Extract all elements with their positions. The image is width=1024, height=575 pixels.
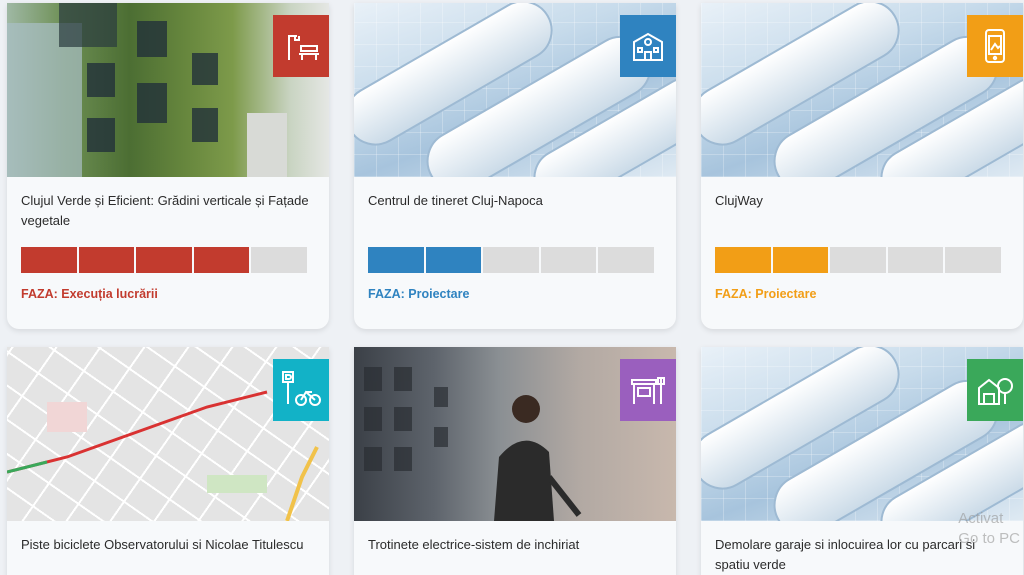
category-badge (620, 359, 676, 421)
category-badge (967, 15, 1023, 77)
project-card[interactable]: Clujul Verde și Eficient: Grădini vertic… (7, 3, 329, 329)
phase-label: FAZA: Proiectare (715, 287, 817, 301)
mobile-map-icon (985, 29, 1005, 63)
progress-segment (251, 247, 307, 273)
category-badge (620, 15, 676, 77)
card-image[interactable] (354, 3, 676, 177)
building-icon (633, 32, 663, 61)
card-image[interactable] (354, 347, 676, 521)
progress-segment (887, 247, 944, 273)
progress-segment (368, 247, 424, 273)
progress-segment (945, 247, 1001, 273)
card-title[interactable]: Centrul de tineret Cluj-Napoca (368, 191, 662, 247)
progress-segment (193, 247, 250, 273)
parking-bicycle-icon (282, 371, 321, 406)
progress-segment (425, 247, 482, 273)
progress-segment (598, 247, 654, 273)
activation-watermark: Activat Go to PC (958, 509, 1020, 549)
card-title[interactable]: ClujWay (715, 191, 1009, 247)
bus-stop-icon (631, 377, 665, 404)
project-card[interactable]: Centrul de tineret Cluj-Napoca FAZA: Pro… (354, 3, 676, 329)
card-title[interactable]: Piste biciclete Observatorului si Nicola… (21, 535, 315, 555)
card-title[interactable]: Clujul Verde și Eficient: Grădini vertic… (21, 191, 315, 247)
card-image[interactable] (701, 3, 1023, 177)
garage-tree-icon (978, 378, 1013, 405)
phase-label: FAZA: Proiectare (368, 287, 470, 301)
progress-bar (368, 247, 662, 273)
watermark-line: Go to PC (958, 530, 1020, 547)
progress-segment (483, 247, 539, 273)
park-bench-lamp-icon (288, 35, 319, 60)
category-badge (273, 15, 329, 77)
progress-segment (830, 247, 886, 273)
progress-segment (78, 247, 135, 273)
category-badge (273, 359, 329, 421)
progress-segment (715, 247, 771, 273)
progress-segment (772, 247, 829, 273)
card-image[interactable] (7, 347, 329, 521)
card-title[interactable]: Trotinete electrice-sistem de inchiriat (368, 535, 662, 555)
progress-bar (715, 247, 1009, 273)
progress-segment (540, 247, 597, 273)
project-card[interactable]: Piste biciclete Observatorului si Nicola… (7, 347, 329, 575)
phase-label: FAZA: Execuția lucrării (21, 287, 158, 301)
progress-segment (136, 247, 192, 273)
progress-segment (21, 247, 77, 273)
watermark-line: Activat (958, 510, 1004, 527)
category-badge (967, 359, 1023, 421)
card-image[interactable] (7, 3, 329, 177)
progress-bar (21, 247, 315, 273)
project-card[interactable]: Trotinete electrice-sistem de inchiriat (354, 347, 676, 575)
project-card[interactable]: ClujWay FAZA: Proiectare (701, 3, 1023, 329)
card-image[interactable] (701, 347, 1023, 521)
